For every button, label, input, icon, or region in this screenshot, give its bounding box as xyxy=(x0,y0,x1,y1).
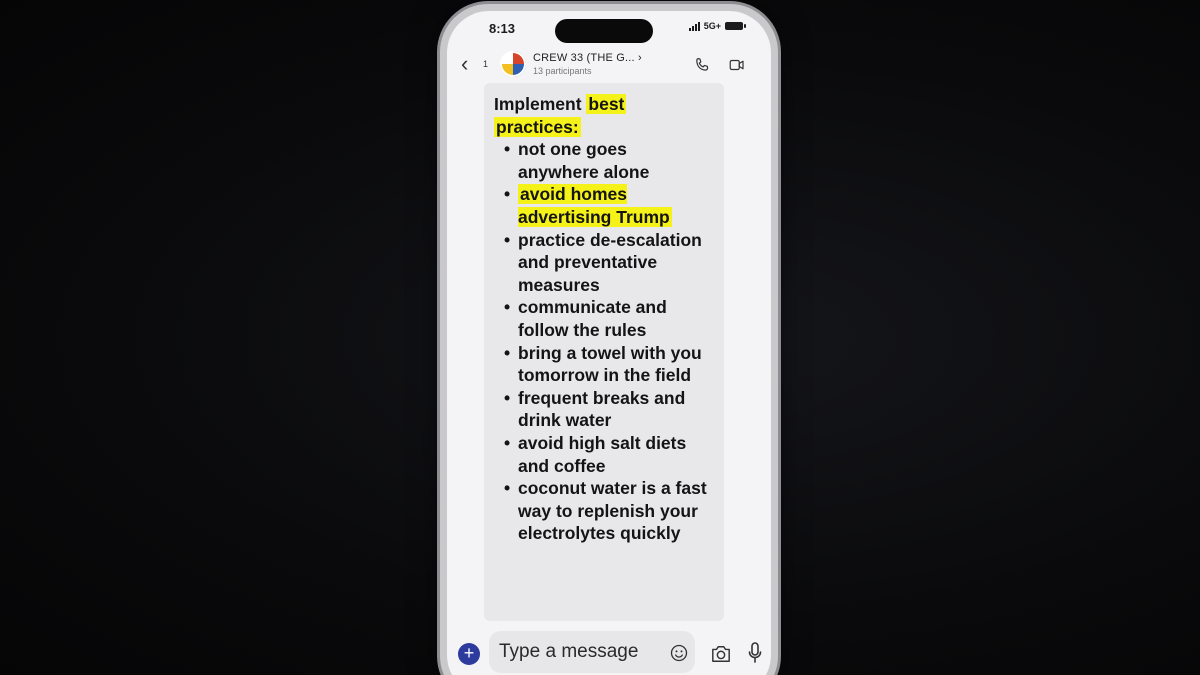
photo-scene: 8:13 5G+ ‹ 1 CREW 33 (THE G... › 13 part… xyxy=(0,0,1200,675)
back-icon[interactable]: ‹ xyxy=(461,53,468,75)
signal-icon xyxy=(688,21,700,31)
message-bubble: Implement best practices: not one goes a… xyxy=(484,83,724,621)
group-avatar[interactable] xyxy=(500,51,526,77)
list-item-text: avoid high salt diets and coffee xyxy=(518,432,687,476)
status-time: 8:13 xyxy=(489,21,516,36)
back-unread-count[interactable]: 1 xyxy=(483,59,488,69)
list-item: communicate and follow the rules xyxy=(504,296,712,341)
heading-highlight: best xyxy=(586,94,627,114)
list-item: not one goes anywhere alone xyxy=(504,138,712,183)
list-item: bring a towel with you tomorrow in the f… xyxy=(504,342,712,387)
list-item: practice de-escalation and preventative … xyxy=(504,229,712,297)
message-input[interactable] xyxy=(499,631,659,673)
camera-icon[interactable] xyxy=(710,644,732,664)
message-composer: + xyxy=(447,623,771,673)
phone-screen: 8:13 5G+ ‹ 1 CREW 33 (THE G... › 13 part… xyxy=(447,11,771,675)
best-practices-list: not one goes anywhere alone avoid homes … xyxy=(494,138,712,545)
call-icon[interactable] xyxy=(693,56,711,74)
list-item-text: bring a towel with you tomorrow in the f… xyxy=(518,342,702,386)
video-icon[interactable] xyxy=(727,56,747,74)
network-label: 5G+ xyxy=(703,21,721,31)
list-item-text: practice de-escalation and preventative … xyxy=(518,229,702,295)
message-heading-line-2: practices: xyxy=(494,116,712,139)
list-item-text: not one goes anywhere alone xyxy=(518,139,650,182)
emoji-icon[interactable] xyxy=(669,643,689,663)
dynamic-island xyxy=(555,19,653,43)
list-item-text: frequent breaks and drink water xyxy=(518,387,686,431)
list-item: coconut water is a fast way to replenish… xyxy=(504,477,712,545)
list-item: avoid high salt diets and coffee xyxy=(504,432,712,477)
message-heading: Implement best xyxy=(494,93,712,116)
status-indicators: 5G+ xyxy=(688,21,746,31)
battery-icon xyxy=(725,22,746,30)
plus-icon[interactable]: + xyxy=(458,643,480,665)
participant-count[interactable]: 13 participants xyxy=(533,66,592,76)
list-item-text: communicate and follow the rules xyxy=(518,297,667,340)
list-item-text-highlighted: avoid homes advertising Trump xyxy=(518,184,672,227)
list-item-highlighted: avoid homes advertising Trump xyxy=(504,183,712,228)
mic-icon[interactable] xyxy=(748,642,762,664)
heading-text: Implement xyxy=(494,94,587,114)
heading-highlight-2: practices: xyxy=(494,116,581,137)
status-bar: 8:13 5G+ xyxy=(447,11,771,47)
chat-title[interactable]: CREW 33 (THE G... › xyxy=(533,52,642,64)
phone: 8:13 5G+ ‹ 1 CREW 33 (THE G... › 13 part… xyxy=(440,4,778,675)
list-item-text: coconut water is a fast way to replenish… xyxy=(518,478,707,544)
list-item: frequent breaks and drink water xyxy=(504,387,712,432)
chat-header: ‹ 1 CREW 33 (THE G... › 13 participants xyxy=(447,47,771,83)
message-content: Implement best practices: not one goes a… xyxy=(484,83,724,545)
message-input-box[interactable] xyxy=(489,631,695,673)
